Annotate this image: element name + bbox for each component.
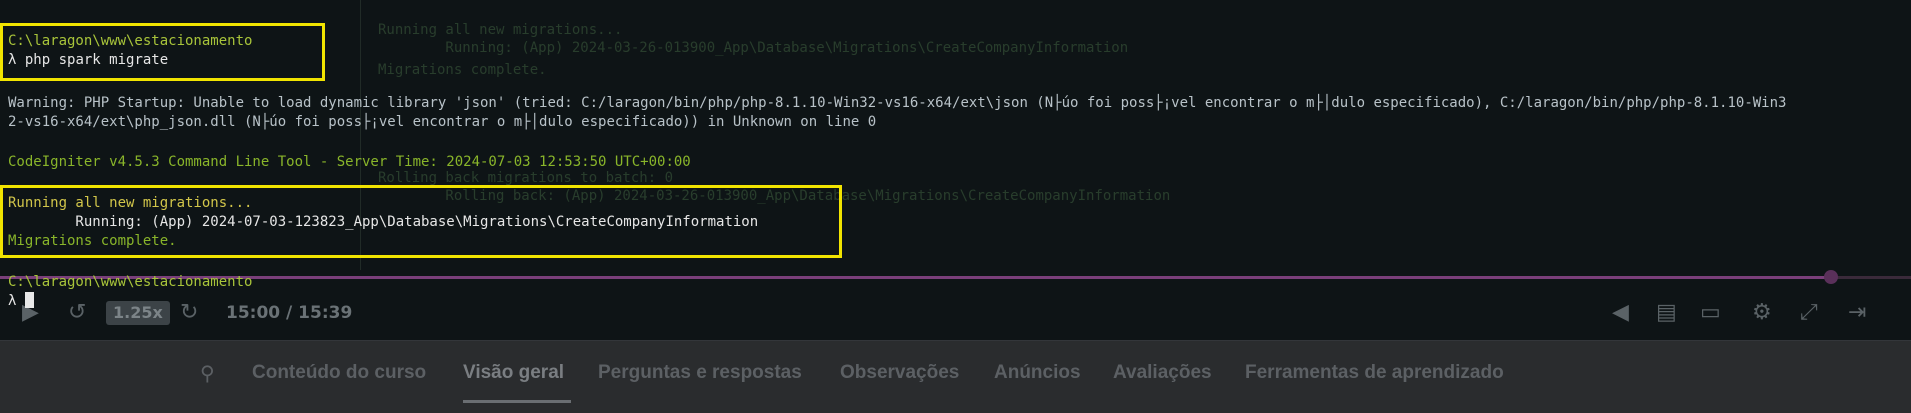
video-controls: ▶ ↺ 1.25x ↻ 15:00 / 15:39 ◀ ▤ ▭ ⚙ ⤢ ⇥: [0, 290, 1911, 336]
tab-learning-tools[interactable]: Ferramentas de aprendizado: [1245, 361, 1504, 385]
video-time-readout: 15:00 / 15:39: [226, 303, 353, 323]
active-tab-indicator: [463, 400, 571, 403]
tab-questions-answers[interactable]: Perguntas e respostas: [598, 361, 802, 385]
bg-code-line: Migrations complete.: [378, 62, 547, 78]
tab-overview[interactable]: Visão geral: [463, 361, 564, 385]
warning-line: 2-vs16-x64/ext\php_json.dll (N├úo foi po…: [8, 114, 877, 130]
terminal-prompt-line[interactable]: λ: [8, 292, 34, 311]
tab-notes[interactable]: Observações: [840, 361, 959, 385]
expand-icon[interactable]: ⇥: [1848, 298, 1866, 328]
playback-speed-button[interactable]: 1.25x: [106, 301, 170, 325]
warning-line: Warning: PHP Startup: Unable to load dyn…: [8, 95, 1787, 111]
captions-icon[interactable]: ▭: [1700, 298, 1721, 328]
codeigniter-info-line: CodeIgniter v4.5.3 Command Line Tool - S…: [8, 154, 691, 170]
bg-code-line: Running: (App) 2024-03-26-013900_App\Dat…: [378, 40, 1129, 56]
prompt-symbol: λ: [8, 293, 17, 309]
video-progress-handle[interactable]: [1824, 270, 1838, 284]
highlight-box-command: [0, 23, 325, 81]
tab-reviews[interactable]: Avaliações: [1113, 361, 1212, 385]
terminal-path: C:\laragon\www\estacionamento: [8, 274, 253, 290]
fullscreen-icon[interactable]: ⤢: [1800, 298, 1818, 328]
tab-announcements[interactable]: Anúncios: [994, 361, 1081, 385]
bg-code-line: Running all new migrations...: [378, 22, 623, 38]
tab-course-content[interactable]: Conteúdo do curso: [252, 361, 426, 385]
settings-icon[interactable]: ⚙: [1752, 298, 1772, 328]
video-progress-bar[interactable]: [0, 270, 1911, 284]
forward-icon[interactable]: ↻: [180, 298, 198, 328]
transcript-icon[interactable]: ▤: [1656, 298, 1677, 328]
highlight-box-migrations: [0, 185, 842, 258]
volume-icon[interactable]: ◀: [1612, 298, 1629, 328]
video-progress-fill: [0, 276, 1831, 279]
rewind-icon[interactable]: ↺: [68, 298, 86, 328]
terminal-cursor: [24, 292, 34, 308]
search-icon[interactable]: ⚲: [200, 361, 215, 385]
course-tabs-bar: ⚲ Conteúdo do curso Visão geral Pergunta…: [0, 340, 1911, 413]
